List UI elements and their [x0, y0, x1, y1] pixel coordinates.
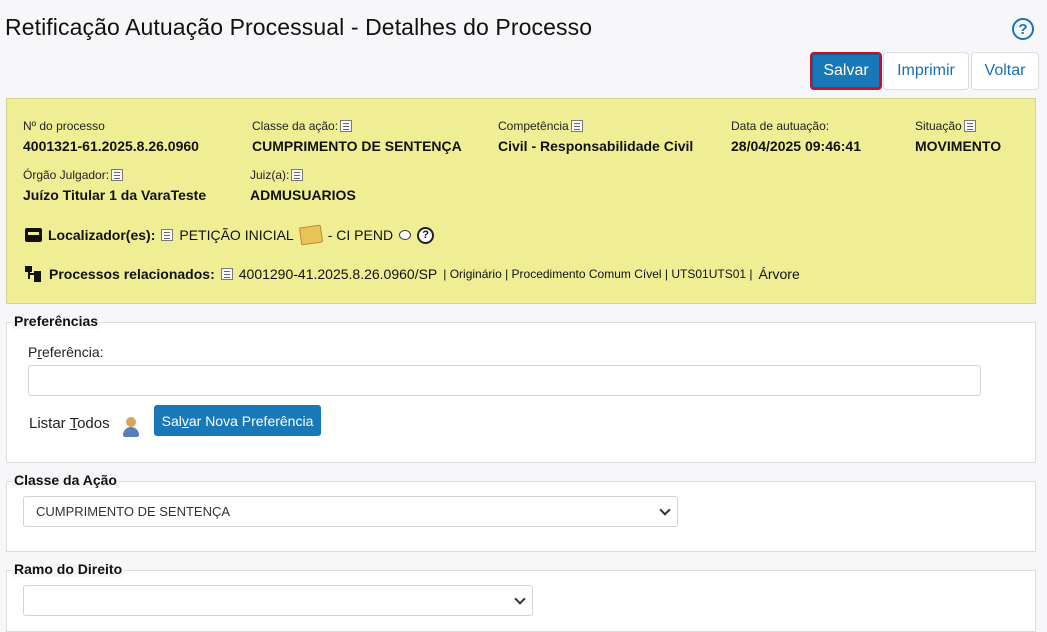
related-label: Processos relacionados: [49, 266, 215, 282]
competence-label: Competência [498, 119, 569, 133]
status-field: Situação MOVIMENTO [915, 119, 1001, 154]
process-number-label: Nº do processo [23, 119, 105, 133]
process-number-value: 4001321-61.2025.8.26.0960 [23, 138, 199, 154]
date-value: 28/04/2025 09:46:41 [731, 138, 861, 154]
save-new-preference-button[interactable]: Salvar Nova Preferência [154, 405, 321, 436]
class-value: CUMPRIMENTO DE SENTENÇA [252, 138, 462, 154]
action-class-legend: Classe da Ação [12, 472, 119, 488]
judge-field: Juiz(a): ADMUSUARIOS [250, 168, 356, 203]
action-class-section: Classe da Ação CUMPRIMENTO DE SENTENÇA [6, 472, 1036, 552]
class-field: Classe da ação: CUMPRIMENTO DE SENTENÇA [252, 119, 462, 154]
class-label: Classe da ação: [252, 119, 339, 133]
status-value: MOVIMENTO [915, 138, 1002, 154]
save-button[interactable]: Salvar [810, 52, 882, 90]
locator-pending: - CI PEND [327, 227, 394, 243]
judge-label: Juiz(a): [250, 168, 290, 182]
details-icon[interactable] [220, 268, 233, 280]
locator-label: Localizador(es): [48, 227, 156, 243]
action-class-selected: CUMPRIMENTO DE SENTENÇA [36, 504, 231, 519]
action-class-select[interactable]: CUMPRIMENTO DE SENTENÇA [23, 496, 678, 527]
locator-row: Localizador(es): PETIÇÃO INICIAL - CI PE… [25, 224, 435, 246]
chevron-down-icon [514, 593, 526, 605]
comment-icon[interactable] [399, 230, 412, 240]
court-field: Órgão Julgador: Juízo Titular 1 da VaraT… [23, 168, 206, 203]
details-icon[interactable] [340, 120, 353, 132]
back-button[interactable]: Voltar [971, 52, 1039, 90]
chevron-down-icon [659, 504, 671, 516]
help-icon[interactable]: ? [1012, 18, 1034, 40]
preference-input[interactable] [28, 365, 981, 396]
details-icon[interactable] [291, 169, 304, 181]
tray-icon [25, 228, 42, 242]
process-number-field: Nº do processo 4001321-61.2025.8.26.0960 [23, 119, 199, 154]
tree-link[interactable]: Árvore [759, 266, 800, 282]
preferences-section: Preferências Preferência: Listar Todos S… [6, 313, 1036, 463]
law-branch-select[interactable] [23, 585, 533, 616]
details-icon[interactable] [570, 120, 583, 132]
date-field: Data de autuação: 28/04/2025 09:46:41 [731, 119, 861, 154]
date-label: Data de autuação: [731, 119, 830, 133]
competence-field: Competência Civil - Responsabilidade Civ… [498, 119, 693, 154]
competence-value: Civil - Responsabilidade Civil [498, 138, 694, 154]
list-all-link[interactable]: Listar Todos [29, 415, 110, 432]
status-label: Situação [915, 119, 962, 133]
preference-label: Preferência: [28, 344, 104, 360]
court-label: Órgão Julgador: [23, 168, 110, 182]
law-branch-section: Ramo do Direito [6, 561, 1036, 632]
preferences-legend: Preferências [12, 313, 101, 329]
details-icon[interactable] [161, 229, 174, 241]
related-process-link[interactable]: 4001290-41.2025.8.26.0960/SP [239, 266, 438, 282]
court-value: Juízo Titular 1 da VaraTeste [23, 187, 207, 203]
details-icon[interactable] [111, 169, 124, 181]
print-button[interactable]: Imprimir [883, 52, 969, 90]
law-branch-legend: Ramo do Direito [12, 561, 125, 577]
locator-value[interactable]: PETIÇÃO INICIAL [179, 227, 293, 243]
user-icon[interactable] [122, 417, 140, 437]
page-title: Retificação Autuação Processual - Detalh… [5, 14, 593, 40]
details-icon[interactable] [963, 120, 976, 132]
judge-value: ADMUSUARIOS [250, 187, 356, 203]
question-icon[interactable]: ? [417, 226, 435, 244]
process-details-panel: Nº do processo 4001321-61.2025.8.26.0960… [6, 98, 1036, 304]
related-processes-row: Processos relacionados: 4001290-41.2025.… [25, 266, 800, 282]
related-process-detail: | Originário | Procedimento Comum Cível … [443, 267, 753, 281]
edit-note-icon[interactable] [298, 224, 323, 246]
tree-icon [25, 266, 43, 282]
